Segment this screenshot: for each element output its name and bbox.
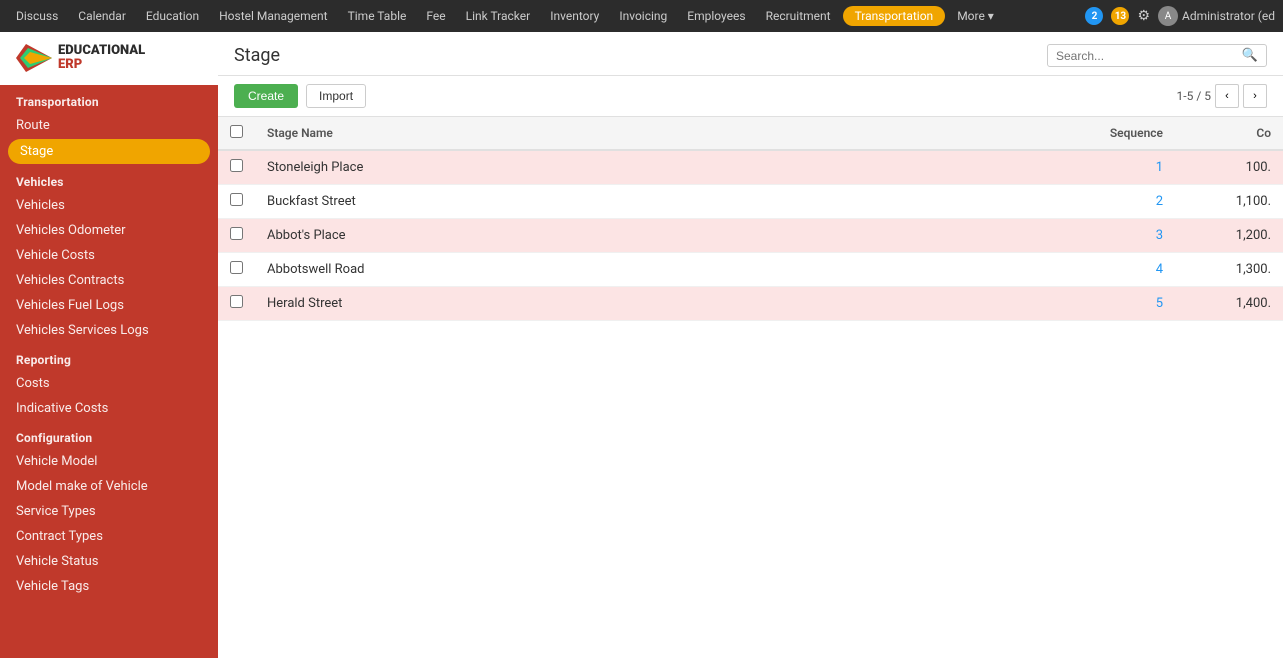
sidebar: EDUCATIONAL ERP Transportation Route Sta… [0,32,218,658]
nav-item-education[interactable]: Education [138,5,207,27]
create-button[interactable]: Create [234,84,298,108]
sidebar-item-service-types[interactable]: Service Types [0,499,218,524]
nav-item-fee[interactable]: Fee [418,5,453,27]
settings-icon[interactable]: ⚙ [1137,8,1150,24]
nav-item-invoicing[interactable]: Invoicing [611,5,675,27]
page-header: Stage 🔍 [218,32,1283,76]
pagination-prev[interactable]: ‹ [1215,84,1239,108]
content-area: Stage 🔍 Create Import 1-5 / 5 ‹ › [218,32,1283,658]
nav-item-employees[interactable]: Employees [679,5,753,27]
table-row[interactable]: Buckfast Street 2 1,100. [218,185,1283,219]
row-checkbox-cell [218,150,255,185]
search-icon: 🔍 [1242,48,1258,63]
sidebar-item-vehicles-services-logs[interactable]: Vehicles Services Logs [0,318,218,343]
sidebar-item-vehicles-contracts[interactable]: Vehicles Contracts [0,268,218,293]
section-transportation: Transportation [0,85,218,113]
row-sequence: 4 [1003,253,1203,287]
table-row[interactable]: Abbot's Place 3 1,200. [218,219,1283,253]
row-cost: 1,100. [1203,185,1283,219]
sidebar-item-stage[interactable]: Stage [8,139,210,164]
row-cost: 100. [1203,150,1283,185]
admin-menu[interactable]: A Administrator (ed [1158,6,1275,26]
avatar: A [1158,6,1178,26]
sidebar-item-vehicle-status[interactable]: Vehicle Status [0,549,218,574]
sidebar-item-vehicles-odometer[interactable]: Vehicles Odometer [0,218,218,243]
notification-badge[interactable]: 13 [1111,7,1129,25]
section-configuration: Configuration [0,421,218,449]
row-checkbox-cell [218,253,255,287]
row-checkbox-4[interactable] [230,261,243,274]
row-stage-name: Abbot's Place [255,219,1003,253]
section-vehicles: Vehicles [0,165,218,193]
admin-label-text: Administrator (ed [1182,9,1275,23]
nav-item-hostel[interactable]: Hostel Management [211,5,335,27]
row-cost: 1,300. [1203,253,1283,287]
nav-item-timetable[interactable]: Time Table [340,5,415,27]
row-stage-name: Buckfast Street [255,185,1003,219]
row-sequence: 1 [1003,150,1203,185]
table-row[interactable]: Stoneleigh Place 1 100. [218,150,1283,185]
nav-item-discuss[interactable]: Discuss [8,5,66,27]
header-stage-name[interactable]: Stage Name [255,117,1003,150]
logo-icon [16,44,52,72]
row-stage-name: Herald Street [255,287,1003,321]
row-checkbox-5[interactable] [230,295,243,308]
main-layout: EDUCATIONAL ERP Transportation Route Sta… [0,32,1283,658]
row-checkbox-2[interactable] [230,193,243,206]
nav-item-calendar[interactable]: Calendar [70,5,134,27]
search-box[interactable]: 🔍 [1047,44,1267,67]
sidebar-item-costs[interactable]: Costs [0,371,218,396]
pagination-label: 1-5 / 5 [1177,89,1211,103]
sidebar-item-vehicle-model[interactable]: Vehicle Model [0,449,218,474]
sidebar-item-vehicle-costs[interactable]: Vehicle Costs [0,243,218,268]
sidebar-item-indicative-costs[interactable]: Indicative Costs [0,396,218,421]
page-title: Stage [234,45,280,66]
top-nav-right: 2 13 ⚙ A Administrator (ed [1085,6,1275,26]
import-button[interactable]: Import [306,84,366,108]
select-all-checkbox[interactable] [230,125,243,138]
logo-text: EDUCATIONAL ERP [58,44,145,73]
header-checkbox-cell [218,117,255,150]
sidebar-item-model-make[interactable]: Model make of Vehicle [0,474,218,499]
table-container: Stage Name Sequence Co Stoneleigh Place … [218,117,1283,658]
row-stage-name: Abbotswell Road [255,253,1003,287]
table-row[interactable]: Herald Street 5 1,400. [218,287,1283,321]
nav-item-transportation[interactable]: Transportation [843,6,946,26]
row-checkbox-3[interactable] [230,227,243,240]
sidebar-item-route[interactable]: Route [0,113,218,138]
row-checkbox-cell [218,287,255,321]
pagination-next[interactable]: › [1243,84,1267,108]
nav-item-recruitment[interactable]: Recruitment [758,5,839,27]
pagination: 1-5 / 5 ‹ › [1177,84,1267,108]
header-co[interactable]: Co [1203,117,1283,150]
section-reporting: Reporting [0,343,218,371]
logo-area[interactable]: EDUCATIONAL ERP [0,32,218,85]
row-cost: 1,200. [1203,219,1283,253]
sidebar-item-vehicles[interactable]: Vehicles [0,193,218,218]
row-sequence: 5 [1003,287,1203,321]
table-row[interactable]: Abbotswell Road 4 1,300. [218,253,1283,287]
toolbar: Create Import 1-5 / 5 ‹ › [218,76,1283,117]
sidebar-item-contract-types[interactable]: Contract Types [0,524,218,549]
row-stage-name: Stoneleigh Place [255,150,1003,185]
nav-item-more[interactable]: More ▾ [949,5,1002,27]
nav-item-inventory[interactable]: Inventory [542,5,607,27]
row-cost: 1,400. [1203,287,1283,321]
row-checkbox-cell [218,185,255,219]
table-header-row: Stage Name Sequence Co [218,117,1283,150]
search-input[interactable] [1056,49,1242,63]
row-sequence: 2 [1003,185,1203,219]
stage-table: Stage Name Sequence Co Stoneleigh Place … [218,117,1283,321]
header-sequence[interactable]: Sequence [1003,117,1203,150]
message-badge[interactable]: 2 [1085,7,1103,25]
row-sequence: 3 [1003,219,1203,253]
nav-item-linktracker[interactable]: Link Tracker [458,5,539,27]
sidebar-item-vehicle-tags[interactable]: Vehicle Tags [0,574,218,599]
top-navigation: Discuss Calendar Education Hostel Manage… [0,0,1283,32]
row-checkbox-1[interactable] [230,159,243,172]
sidebar-item-vehicles-fuel-logs[interactable]: Vehicles Fuel Logs [0,293,218,318]
row-checkbox-cell [218,219,255,253]
